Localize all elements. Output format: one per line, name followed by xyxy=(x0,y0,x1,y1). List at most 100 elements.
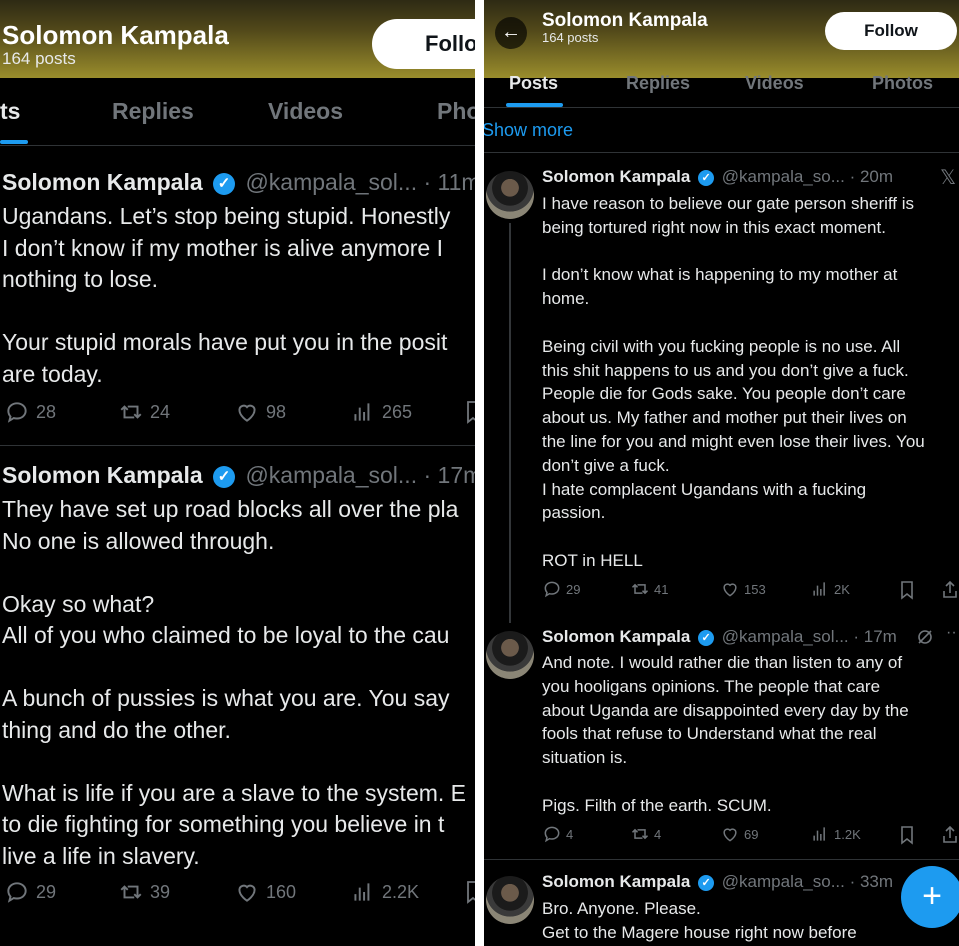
views-button[interactable]: 265 xyxy=(350,399,412,425)
avatar[interactable] xyxy=(486,171,534,219)
reply-button[interactable]: 29 xyxy=(4,879,56,905)
tweet-author-name[interactable]: Solomon Kampala xyxy=(2,169,203,195)
verified-badge-icon: ✓ xyxy=(213,172,236,195)
like-button[interactable]: 153 xyxy=(720,579,766,599)
tweet-meta: @kampala_sol... · 17m xyxy=(245,462,475,488)
views-button[interactable]: 2.2K xyxy=(350,879,419,905)
tweet-header: Solomon Kampala ✓ @kampala_sol... · 17m xyxy=(542,627,897,647)
right-screenshot-panel: ← Solomon Kampala 164 posts Follow Posts… xyxy=(484,0,959,946)
reply-button[interactable]: 4 xyxy=(542,824,573,844)
tab-photos[interactable]: Pho xyxy=(437,98,475,125)
reply-button[interactable]: 29 xyxy=(542,579,580,599)
tab-photos[interactable]: Photos xyxy=(872,73,933,94)
tab-videos[interactable]: Videos xyxy=(268,98,343,125)
repost-count: 39 xyxy=(150,881,171,902)
tab-posts[interactable]: ts xyxy=(0,98,20,125)
bookmark-icon[interactable] xyxy=(900,580,914,600)
left-screenshot-panel: Solomon Kampala 164 posts Follo ts Repli… xyxy=(0,0,475,946)
like-button[interactable]: 160 xyxy=(234,879,296,905)
tweet-author-name[interactable]: Solomon Kampala xyxy=(542,627,690,646)
repost-icon xyxy=(631,583,649,595)
avatar[interactable] xyxy=(486,631,534,679)
repost-button[interactable]: 39 xyxy=(118,879,170,905)
reply-icon xyxy=(7,402,27,423)
reply-icon xyxy=(7,882,27,903)
views-button[interactable]: 1.2K xyxy=(810,824,861,844)
bookmark-icon[interactable] xyxy=(900,825,914,845)
repost-button[interactable]: 24 xyxy=(118,399,170,425)
tweet-meta: @kampala_so... · 20m xyxy=(721,167,894,186)
bookmark-icon[interactable] xyxy=(466,880,475,904)
tweet-text: Bro. Anyone. Please. Get to the Magere h… xyxy=(542,899,857,942)
tweet-divider xyxy=(484,152,959,153)
views-button[interactable]: 2K xyxy=(810,579,850,599)
reply-button[interactable]: 28 xyxy=(4,399,56,425)
tweet-divider xyxy=(484,859,959,860)
profile-tabs: ts Replies Videos Pho xyxy=(0,78,475,146)
verified-badge-icon: ✓ xyxy=(698,629,715,646)
like-count: 153 xyxy=(744,581,766,597)
tab-replies[interactable]: Replies xyxy=(112,98,194,125)
more-options-icon[interactable]: ·· xyxy=(946,624,957,642)
profile-name: Solomon Kampala xyxy=(542,10,708,31)
heart-icon xyxy=(238,404,256,422)
repost-icon xyxy=(120,885,142,899)
share-icon[interactable] xyxy=(942,579,958,599)
grok-icon[interactable] xyxy=(916,628,934,646)
like-button[interactable]: 98 xyxy=(234,399,286,425)
tweet-meta: @kampala_sol... · 17m xyxy=(721,627,897,646)
like-button[interactable]: 69 xyxy=(720,824,758,844)
tweet-header: Solomon Kampala ✓ @kampala_sol... · 17m xyxy=(2,462,475,489)
views-chart-icon xyxy=(354,403,370,421)
profile-tabs: Posts Replies Videos Photos xyxy=(484,56,959,108)
follow-button[interactable]: Follow xyxy=(825,12,957,50)
tweet-author-name[interactable]: Solomon Kampala xyxy=(2,462,203,488)
reply-count: 28 xyxy=(36,401,57,422)
post-count: 164 posts xyxy=(2,49,76,68)
tweet-author-name[interactable]: Solomon Kampala xyxy=(542,872,690,891)
thread-line xyxy=(509,223,511,623)
tweet-text: They have set up road blocks all over th… xyxy=(2,496,467,869)
reply-count: 4 xyxy=(566,826,574,842)
repost-icon xyxy=(120,405,142,419)
tab-videos[interactable]: Videos xyxy=(745,73,804,94)
like-count: 69 xyxy=(744,826,759,842)
follow-button[interactable]: Follo xyxy=(372,19,475,69)
tweet-header: Solomon Kampala ✓ @kampala_sol... · 11m xyxy=(2,169,475,196)
reply-icon xyxy=(544,581,560,598)
x-logo-icon: 𝕏 xyxy=(940,167,957,189)
profile-name: Solomon Kampala xyxy=(2,20,229,50)
like-count: 98 xyxy=(266,401,287,422)
tab-posts[interactable]: Posts xyxy=(509,73,558,94)
show-more-link[interactable]: Show more xyxy=(484,120,573,141)
repost-count: 24 xyxy=(150,401,171,422)
post-count: 164 posts xyxy=(542,30,599,45)
views-chart-icon xyxy=(813,827,825,841)
heart-icon xyxy=(723,583,737,597)
tweet-header: Solomon Kampala ✓ @kampala_so... · 33m xyxy=(542,872,893,892)
views-count: 1.2K xyxy=(834,826,861,842)
verified-badge-icon: ✓ xyxy=(213,465,236,488)
share-icon[interactable] xyxy=(942,824,958,844)
reply-count: 29 xyxy=(566,581,581,597)
repost-button[interactable]: 41 xyxy=(630,579,668,599)
verified-badge-icon: ✓ xyxy=(698,169,715,186)
like-count: 160 xyxy=(266,881,297,902)
avatar[interactable] xyxy=(486,876,534,924)
repost-icon xyxy=(631,828,649,840)
views-chart-icon xyxy=(354,883,370,901)
views-count: 2K xyxy=(834,581,850,597)
tweet-author-name[interactable]: Solomon Kampala xyxy=(542,167,690,186)
reply-icon xyxy=(544,826,560,843)
tweet-divider xyxy=(0,445,475,446)
compose-post-button[interactable]: + xyxy=(901,866,959,928)
repost-button[interactable]: 4 xyxy=(630,824,661,844)
tweet-text: Ugandans. Let’s stop being stupid. Hones… xyxy=(2,203,451,387)
back-arrow-icon[interactable]: ← xyxy=(495,17,527,49)
tab-replies[interactable]: Replies xyxy=(626,73,690,94)
tweet-text: I have reason to believe our gate person… xyxy=(542,194,925,570)
bookmark-icon[interactable] xyxy=(466,400,475,424)
heart-icon xyxy=(723,828,737,842)
views-chart-icon xyxy=(813,582,825,596)
reply-count: 29 xyxy=(36,881,57,902)
